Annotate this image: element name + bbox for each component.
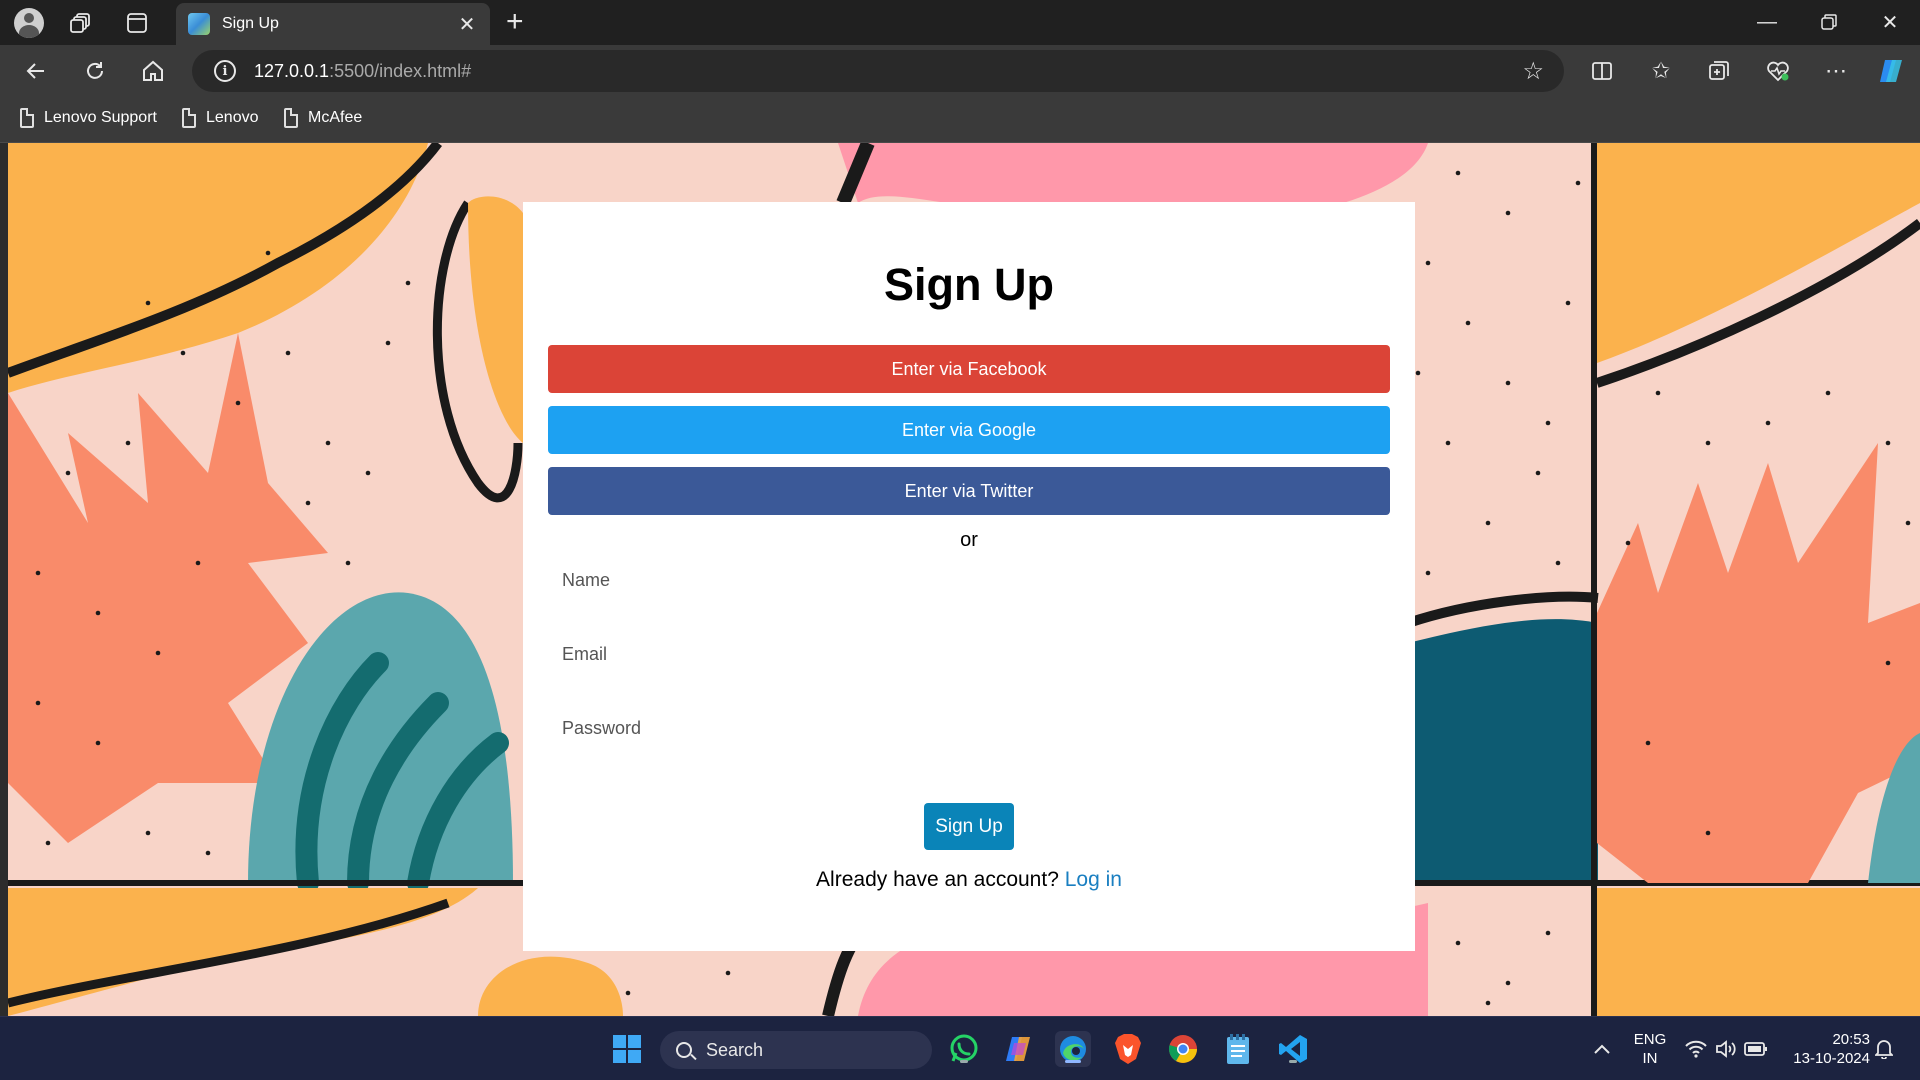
page-title: Sign Up	[884, 259, 1054, 310]
close-window-icon[interactable]: ✕	[1870, 6, 1910, 38]
copilot-icon[interactable]	[1873, 54, 1909, 88]
tab-title: Sign Up	[222, 15, 279, 32]
new-tab-icon[interactable]: +	[506, 6, 524, 38]
signup-card: Sign Up Enter via Facebook Enter via Goo…	[523, 202, 1415, 951]
facebook-button-label: Enter via Facebook	[891, 358, 1047, 379]
taskbar-search[interactable]: Search	[660, 1031, 932, 1069]
email-field[interactable]	[548, 629, 1390, 679]
refresh-icon[interactable]	[77, 54, 113, 88]
profile-avatar[interactable]	[13, 7, 45, 39]
twitter-signup-button[interactable]: Enter via Twitter	[548, 467, 1390, 515]
windows-taskbar: Search ENG IN 20:53 13-10-2024	[0, 1016, 1920, 1080]
show-hidden-icons-chevron-icon[interactable]	[1584, 1031, 1620, 1067]
notification-bell-icon[interactable]	[1868, 1031, 1900, 1067]
or-divider: or	[960, 529, 978, 551]
bookmark-page-icon	[182, 108, 196, 128]
browser-essentials-icon[interactable]	[1760, 54, 1796, 88]
address-bar[interactable]: i 127.0.0.1:5500/index.html# ☆	[192, 50, 1564, 92]
restore-icon[interactable]	[1809, 6, 1849, 38]
bookmark-page-icon	[20, 108, 34, 128]
edge-browser-icon[interactable]	[1055, 1031, 1091, 1067]
google-signup-button[interactable]: Enter via Google	[548, 406, 1390, 454]
bookmark-label: McAfee	[308, 109, 363, 126]
url-path: :5500/index.html#	[329, 60, 472, 81]
bookmark-lenovo-support[interactable]: Lenovo Support	[20, 108, 157, 128]
clock-date: 13-10-2024	[1793, 1050, 1870, 1067]
running-indicator	[1065, 1060, 1081, 1063]
twitter-button-label: Enter via Twitter	[904, 480, 1034, 501]
favorites-icon[interactable]: ✩	[1643, 54, 1679, 88]
bookmarks-bar: Lenovo Support Lenovo McAfee	[0, 97, 1920, 143]
login-prompt-text: Already have an account?	[816, 868, 1059, 891]
wifi-icon[interactable]	[1680, 1031, 1712, 1067]
vscode-icon[interactable]	[1275, 1031, 1311, 1067]
whatsapp-icon[interactable]	[946, 1031, 982, 1067]
more-menu-icon[interactable]: ⋯	[1818, 54, 1854, 88]
language-code: ENG	[1633, 1031, 1667, 1048]
volume-icon[interactable]	[1711, 1031, 1741, 1067]
tab-close-icon[interactable]: ✕	[454, 12, 480, 37]
tab-bar: Sign Up ✕ + — ✕	[0, 0, 1920, 45]
page-viewport: Sign Up Enter via Facebook Enter via Goo…	[0, 143, 1920, 1016]
minimize-icon[interactable]: —	[1747, 6, 1787, 38]
login-link[interactable]: Log in	[1065, 868, 1122, 891]
login-prompt: Already have an account? Log in	[523, 868, 1415, 892]
bookmark-page-icon	[284, 108, 298, 128]
input-language-indicator[interactable]: ENG IN	[1628, 1030, 1672, 1068]
site-info-icon[interactable]: i	[214, 60, 236, 82]
tab-actions-icon[interactable]	[121, 7, 153, 39]
workspaces-icon[interactable]	[66, 7, 98, 39]
clock[interactable]: 20:53 13-10-2024	[1784, 1030, 1870, 1068]
bookmark-label: Lenovo	[206, 109, 259, 126]
split-screen-icon[interactable]	[1584, 54, 1620, 88]
name-field[interactable]	[548, 555, 1390, 605]
favorite-star-icon[interactable]: ☆	[1522, 57, 1544, 86]
browser-toolbar: i 127.0.0.1:5500/index.html# ☆ ✩ ⋯	[0, 45, 1920, 97]
tab-sign-up[interactable]: Sign Up ✕	[176, 3, 490, 45]
facebook-signup-button[interactable]: Enter via Facebook	[548, 345, 1390, 393]
brave-browser-icon[interactable]	[1110, 1031, 1146, 1067]
page-favicon-icon	[188, 13, 210, 35]
url-host: 127.0.0.1	[254, 60, 330, 81]
sign-up-submit-button[interactable]: Sign Up	[924, 803, 1014, 850]
running-indicator	[960, 1060, 968, 1063]
google-button-label: Enter via Google	[901, 419, 1037, 440]
avatar-icon	[14, 8, 44, 38]
battery-icon[interactable]	[1740, 1031, 1772, 1067]
running-indicator	[1289, 1060, 1297, 1063]
start-icon[interactable]	[609, 1031, 645, 1067]
collections-icon[interactable]	[1701, 54, 1737, 88]
home-icon[interactable]	[135, 54, 171, 88]
search-icon	[676, 1042, 692, 1058]
bookmark-label: Lenovo Support	[44, 109, 157, 126]
bookmark-lenovo[interactable]: Lenovo	[182, 108, 259, 128]
search-label: Search	[706, 1039, 764, 1060]
region-code: IN	[1642, 1050, 1658, 1067]
submit-button-label: Sign Up	[935, 815, 1003, 837]
notepad-icon[interactable]	[1220, 1031, 1256, 1067]
bookmark-mcafee[interactable]: McAfee	[284, 108, 362, 128]
chrome-browser-icon[interactable]	[1165, 1031, 1201, 1067]
copilot-app-icon[interactable]	[1000, 1031, 1036, 1067]
back-icon[interactable]	[18, 54, 54, 88]
clock-time: 20:53	[1832, 1031, 1870, 1048]
password-field[interactable]	[548, 703, 1390, 753]
